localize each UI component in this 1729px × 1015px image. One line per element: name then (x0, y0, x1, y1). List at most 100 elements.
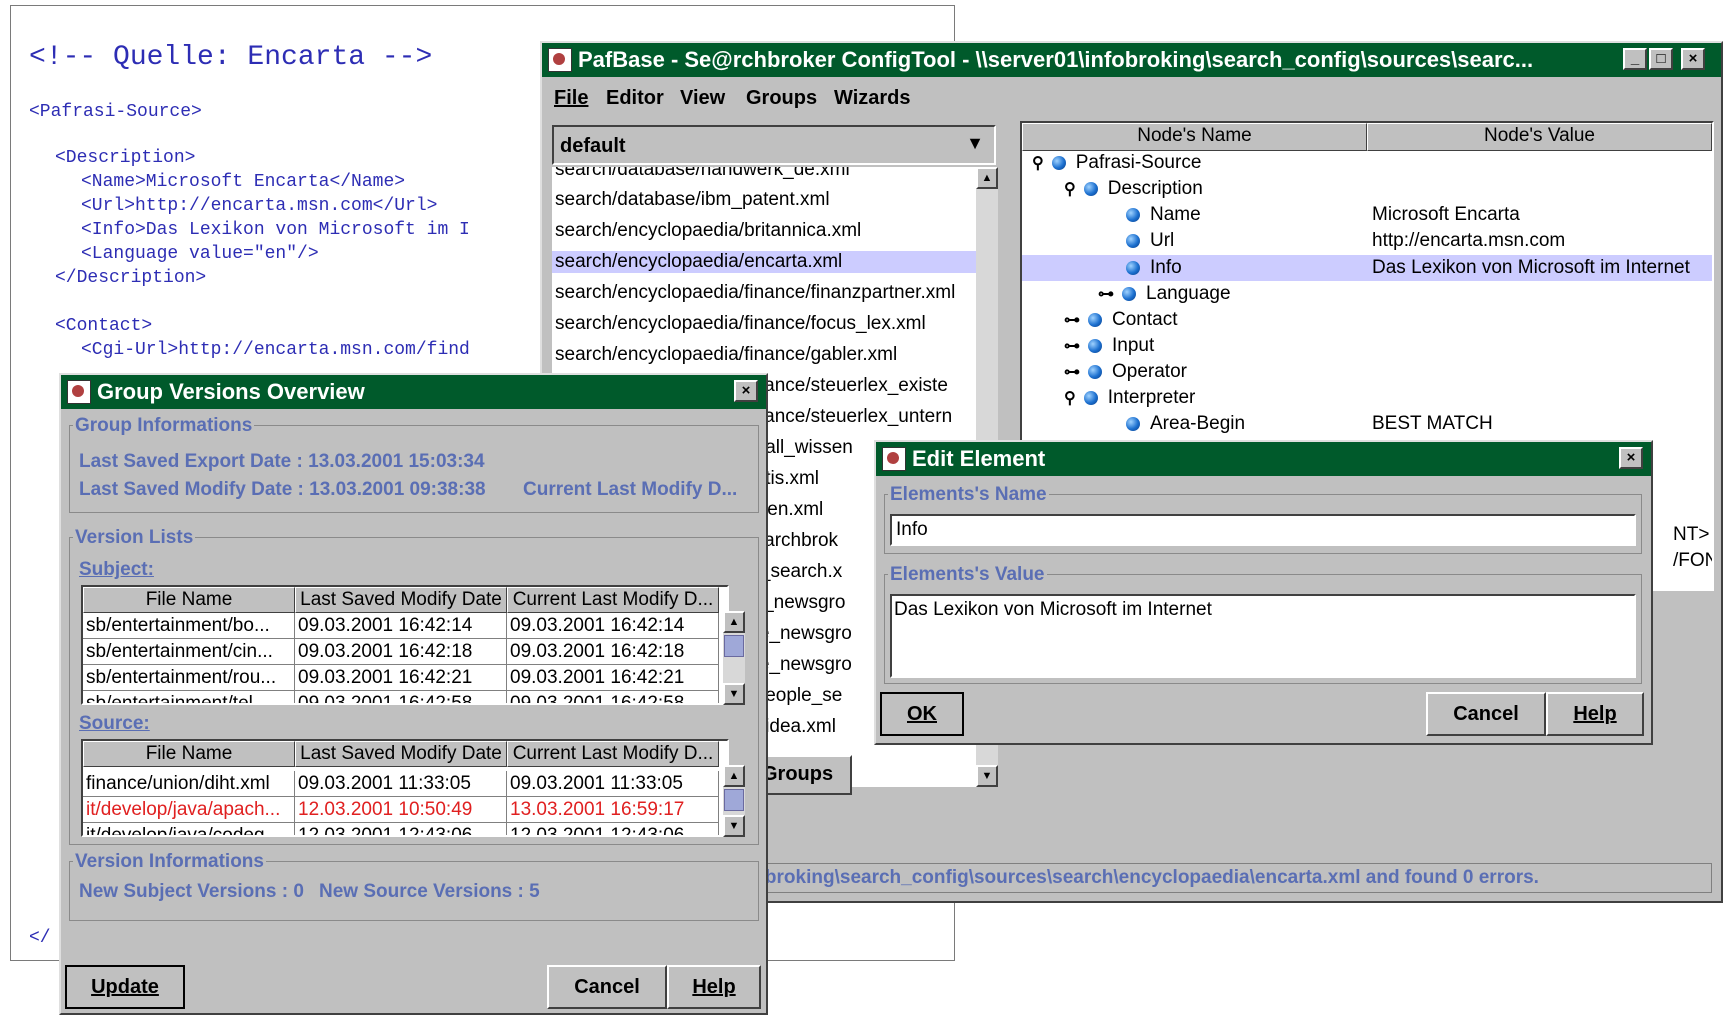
last-modify-date: Last Saved Modify Date : 13.03.2001 09:3… (79, 479, 486, 500)
scroll-up-icon[interactable]: ▲ (723, 611, 745, 633)
list-item-selected[interactable]: search/encyclopaedia/encarta.xml (552, 251, 976, 273)
tree-node[interactable]: Area-Begin (1126, 412, 1245, 436)
tree-node-selected[interactable]: Info (1126, 256, 1182, 280)
close-button[interactable]: × (1681, 48, 1705, 70)
node-icon (1083, 391, 1098, 405)
last-export-date: Last Saved Export Date : 13.03.2001 15:0… (79, 451, 485, 472)
tree-node[interactable]: ⊶ Operator (1064, 360, 1187, 384)
scroll-up-icon[interactable]: ▲ (723, 765, 745, 787)
col-node-value[interactable]: Node's Value (1367, 123, 1712, 151)
tree-node[interactable]: ⊶ Input (1064, 334, 1154, 358)
close-button[interactable]: × (734, 380, 758, 402)
edit-element-titlebar[interactable]: Edit Element (876, 442, 1651, 476)
expand-icon: ⚲ (1064, 181, 1076, 198)
scroll-down-icon[interactable]: ▼ (976, 765, 998, 787)
help-button[interactable]: Help (1546, 692, 1644, 736)
collapsed-icon: ⊶ (1064, 312, 1080, 329)
dialog-title: Group Versions Overview (97, 379, 365, 404)
cell-date: 09.03.2001 16:42:14 (295, 613, 507, 639)
minimize-button[interactable]: _ (1623, 48, 1647, 70)
list-item[interactable]: search/database/handwerk_de.xml (555, 167, 850, 181)
group-versions-titlebar[interactable]: Group Versions Overview (61, 375, 766, 409)
cell-date: 12.03.2001 10:50:49 (295, 797, 507, 823)
configtool-titlebar[interactable]: PafBase - Se@rchbroker ConfigTool - \\se… (542, 43, 1617, 77)
tree-node[interactable]: Name (1126, 203, 1201, 227)
java-cup-icon (548, 48, 572, 72)
group-combobox[interactable]: default ▼ (552, 125, 996, 165)
scroll-down-icon[interactable]: ▼ (723, 683, 745, 705)
node-icon (1122, 287, 1136, 301)
scroll-thumb[interactable] (724, 789, 744, 811)
tree-node[interactable]: Url (1126, 229, 1174, 253)
table-row[interactable]: it/develop/java/codeg... 12.03.2001 12:4… (83, 823, 727, 835)
scroll-up-icon[interactable]: ▲ (976, 167, 998, 189)
maximize-button[interactable]: □ (1649, 48, 1673, 70)
cell-file: sb/entertainment/cin... (83, 639, 295, 665)
list-item[interactable]: search/encyclopaedia/finance/focus_lex.x… (555, 313, 926, 335)
node-value-partial: NT> (1673, 524, 1710, 545)
node-value: Microsoft Encarta (1372, 204, 1520, 225)
table-row[interactable]: sb/entertainment/bo... 09.03.2001 16:42:… (83, 613, 727, 639)
scroll-thumb[interactable] (724, 635, 744, 657)
tree-node[interactable]: ⚲ Interpreter (1064, 386, 1195, 410)
cell-date: 09.03.2001 16:42:18 (295, 639, 507, 665)
update-button[interactable]: Update (65, 965, 185, 1009)
cell-date: 09.03.2001 16:42:21 (295, 665, 507, 691)
cell-date: 09.03.2001 16:42:14 (507, 613, 719, 639)
dialog-title: Edit Element (912, 446, 1046, 471)
element-value-field[interactable]: Das Lexikon von Microsoft im Internet (890, 594, 1636, 678)
tree-node[interactable]: ⊶ Language (1098, 282, 1231, 306)
list-item[interactable]: search/encyclopaedia/finance/finanzpartn… (555, 282, 955, 304)
subject-scrollbar[interactable]: ▲ ▼ (723, 611, 745, 705)
xml-line: <Url>http://encarta.msn.com</Url> (81, 196, 438, 216)
node-icon (1088, 339, 1102, 353)
node-value-partial: /FON... (1673, 550, 1712, 571)
table-row[interactable]: sb/entertainment/tel... 09.03.2001 16:42… (83, 691, 727, 703)
cell-date: 12.03.2001 12:43:06 (295, 823, 507, 835)
version-lists-label: Version Lists (73, 527, 196, 549)
menu-groups[interactable]: Groups (746, 87, 817, 110)
xml-line: <Contact> (55, 316, 153, 336)
col-current-modify[interactable]: Current Last Modify D... (507, 741, 719, 767)
col-last-saved[interactable]: Last Saved Modify Date (295, 741, 507, 767)
col-node-name[interactable]: Node's Name (1022, 123, 1367, 151)
current-modify-date: Current Last Modify D... (523, 479, 738, 500)
scroll-down-icon[interactable]: ▼ (723, 815, 745, 837)
menu-wizards[interactable]: Wizards (834, 87, 911, 110)
table-row[interactable]: sb/entertainment/rou... 09.03.2001 16:42… (83, 665, 727, 691)
element-value-label: Elements's Value (888, 564, 1047, 586)
xml-line: <Cgi-Url>http://encarta.msn.com/find (81, 340, 470, 360)
xml-line: <Language value="en"/> (81, 244, 319, 264)
list-item[interactable]: search/database/ibm_patent.xml (555, 189, 830, 211)
menu-editor[interactable]: Editor (606, 87, 664, 110)
tree-node[interactable]: ⚲ Description (1064, 177, 1203, 201)
list-item[interactable]: search/encyclopaedia/britannica.xml (555, 220, 861, 242)
table-row[interactable]: sb/entertainment/cin... 09.03.2001 16:42… (83, 639, 727, 665)
cell-date: 13.03.2001 16:59:17 (507, 797, 719, 823)
node-icon (1088, 365, 1102, 379)
element-name-field[interactable]: Info (890, 514, 1636, 546)
list-item[interactable]: search/encyclopaedia/finance/gabler.xml (555, 344, 897, 366)
menu-view[interactable]: View (680, 87, 725, 110)
cancel-button[interactable]: Cancel (1426, 692, 1546, 736)
xml-line: <Name>Microsoft Encarta</Name> (81, 172, 406, 192)
xml-line: <Description> (55, 148, 196, 168)
cell-date: 09.03.2001 16:42:18 (507, 639, 719, 665)
ok-button[interactable]: OK (880, 692, 964, 736)
col-file-name[interactable]: File Name (83, 741, 295, 767)
titlebar-controls: _ □ × (1617, 43, 1721, 77)
source-scrollbar[interactable]: ▲ ▼ (723, 765, 745, 837)
node-value: http://encarta.msn.com (1372, 230, 1566, 251)
col-current-modify[interactable]: Current Last Modify D... (507, 587, 719, 613)
table-row-changed[interactable]: it/develop/java/apach... 12.03.2001 10:5… (83, 797, 727, 823)
close-button[interactable]: × (1619, 447, 1643, 469)
col-file-name[interactable]: File Name (83, 587, 295, 613)
cell-file: it/develop/java/apach... (83, 797, 295, 823)
cancel-button[interactable]: Cancel (547, 965, 667, 1009)
col-last-saved[interactable]: Last Saved Modify Date (295, 587, 507, 613)
tree-node[interactable]: ⚲ Pafrasi-Source (1032, 151, 1201, 175)
table-row[interactable]: finance/union/diht.xml 09.03.2001 11:33:… (83, 771, 727, 797)
tree-node[interactable]: ⊶ Contact (1064, 308, 1177, 332)
help-button[interactable]: Help (667, 965, 761, 1009)
menu-file[interactable]: File (554, 87, 588, 110)
